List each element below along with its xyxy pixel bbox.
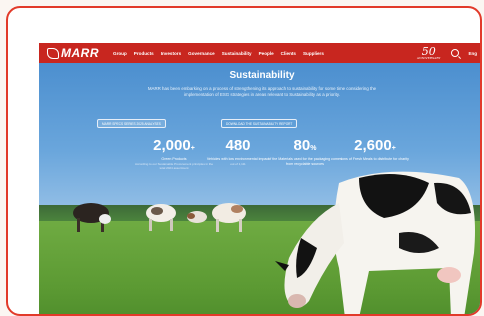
top-navbar: MARR Group Products Investors Governance… [39,43,480,63]
content-card: MARR Group Products Investors Governance… [6,6,482,316]
menu-item-group[interactable]: Group [113,51,127,56]
menu-item-suppliers[interactable]: Suppliers [303,51,324,56]
cow-distant-left [73,203,111,232]
stat-label: tons of Fresh Meals to distribute for ch… [341,157,409,161]
cow-distant-mid [146,204,176,231]
stat-fresh-meals: 2,600+ tons of Fresh Meals to distribute… [335,138,415,162]
menu-item-products[interactable]: Products [134,51,154,56]
cow-foreground [275,171,475,314]
stat-value: 80 [293,137,311,154]
search-icon[interactable] [450,49,459,57]
anniversary-text: ANNIVERSARY [416,56,441,60]
page-title: Sustainability [229,70,295,81]
cow-distant-right [212,203,246,232]
marr-logo-icon [47,47,59,59]
stat-suffix: + [391,145,396,152]
stat-value: 480 [225,137,251,154]
stat-packaging: 80% of the Materials used for the packag… [265,138,345,167]
stat-suffix: + [190,145,195,152]
cow-distant-small [187,211,207,223]
cows-illustration [73,171,475,314]
marr-logo[interactable]: MARR [47,46,99,60]
stat-value: 2,600 [354,137,392,154]
download-report-button[interactable]: DOWNLOAD THE SUSTAINABILITY REPORT [221,119,298,128]
menu-item-clients[interactable]: Clients [281,51,296,56]
language-selector[interactable]: Eng [469,51,478,56]
intro-text: MARR has been embarking on a process of … [147,86,377,97]
stat-suffix: % [310,145,317,152]
website-screenshot: MARR Group Products Investors Governance… [39,43,480,314]
menu-item-sustainability[interactable]: Sustainability [222,51,252,56]
specs-series-badge[interactable]: MARR SPECS SERIES 2025 ANALYSES [97,119,166,128]
main-menu: Group Products Investors Governance Sust… [113,51,324,56]
menu-item-investors[interactable]: Investors [161,51,181,56]
stat-label: of the Materials used for the packaging … [268,157,342,166]
menu-item-governance[interactable]: Governance [188,51,215,56]
menu-item-people[interactable]: People [259,51,274,56]
stat-value: 2,000 [153,137,191,154]
anniversary-logo: 50 ANNIVERSARY [417,46,441,60]
brand-name: MARR [61,46,99,60]
nav-right: 50 ANNIVERSARY Eng [417,46,477,60]
